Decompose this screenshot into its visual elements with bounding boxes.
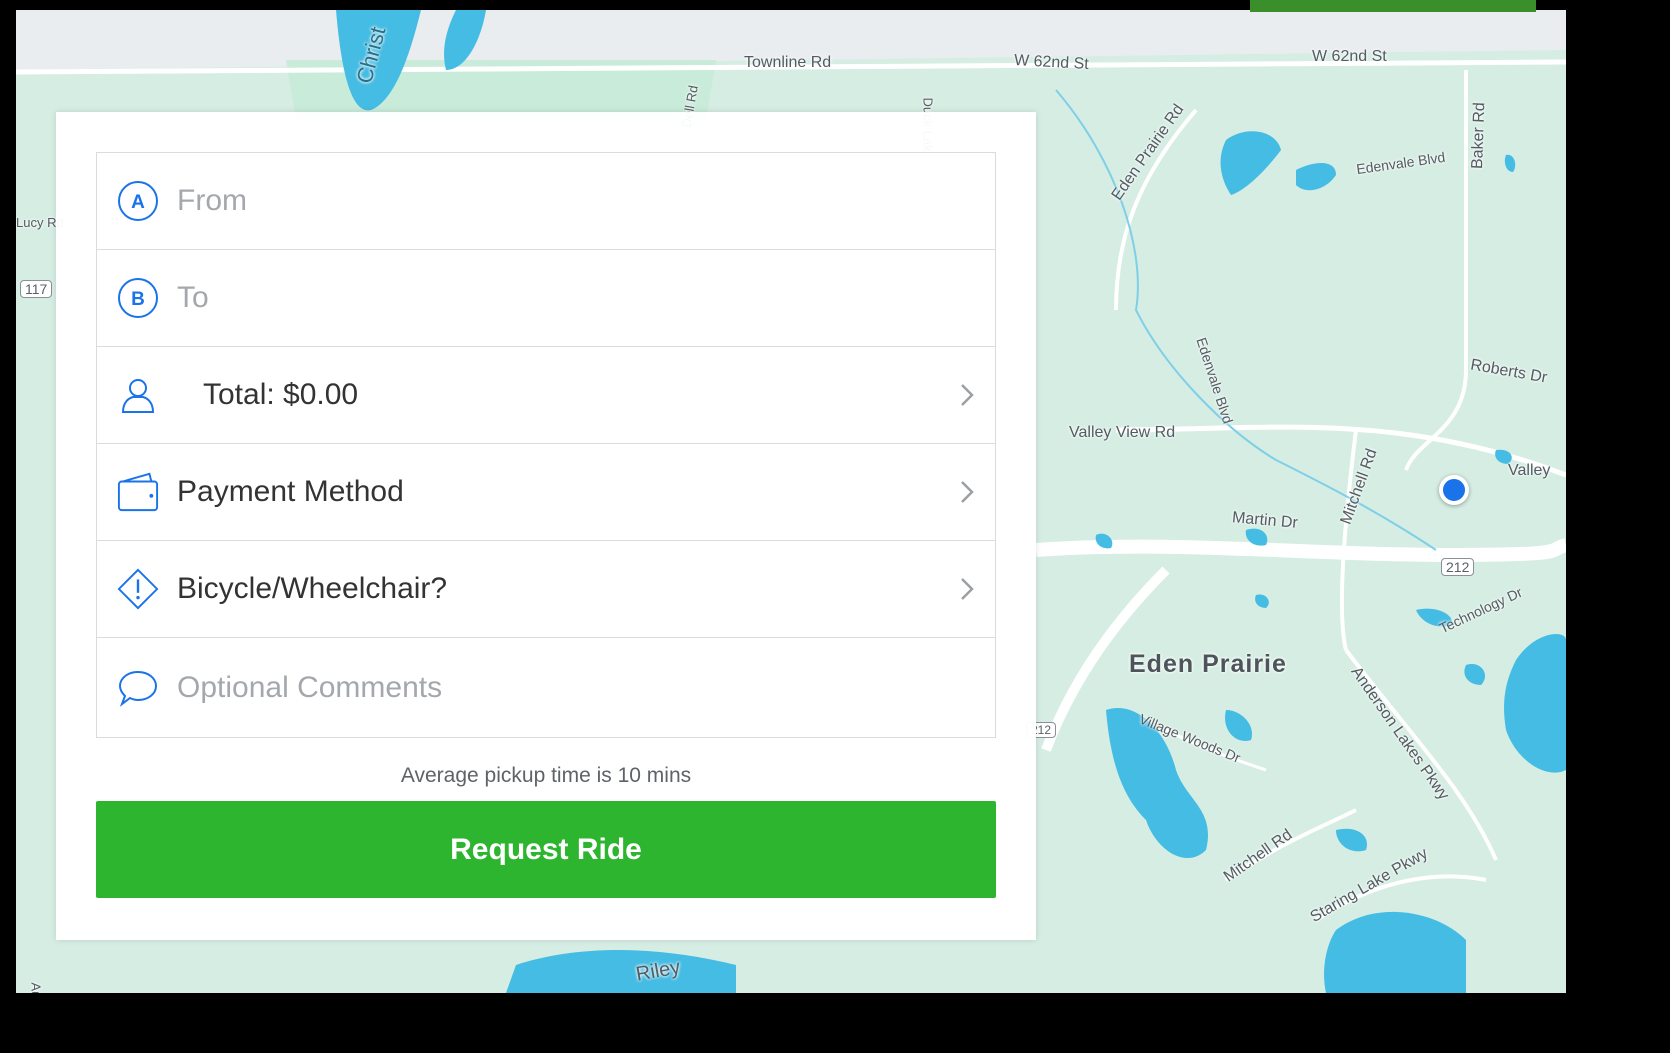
person-icon	[117, 374, 159, 416]
chevron-right-icon	[957, 380, 977, 410]
map-label-valley-view-rd: Valley View Rd	[1069, 424, 1176, 441]
dropoff-b-letter: B	[131, 289, 145, 310]
comment-bubble-icon	[117, 667, 159, 709]
ride-request-panel: A B Total: $0.00	[56, 112, 1036, 940]
accessibility-row[interactable]: Bicycle/Wheelchair?	[97, 541, 995, 638]
ride-form: A B Total: $0.00	[96, 152, 996, 738]
pickup-a-icon: A	[117, 180, 159, 222]
highway-212-shield: 212	[1441, 558, 1475, 576]
from-row[interactable]: A	[97, 153, 995, 250]
wallet-icon	[117, 471, 159, 513]
accessibility-label: Bicycle/Wheelchair?	[177, 572, 448, 605]
passengers-total-row[interactable]: Total: $0.00	[97, 347, 995, 444]
map-label-w62nd-st-east: W 62nd St	[1312, 48, 1387, 65]
comments-input[interactable]	[177, 670, 937, 705]
pickup-a-letter: A	[131, 192, 145, 213]
request-ride-button[interactable]: Request Ride	[96, 801, 996, 898]
map-label-audubon: Audubon	[29, 983, 44, 994]
comments-row[interactable]	[97, 638, 995, 737]
payment-method-row[interactable]: Payment Method	[97, 444, 995, 541]
warning-diamond-icon	[117, 568, 159, 610]
chevron-right-icon	[957, 574, 977, 604]
map-label-baker-rd: Baker Rd	[1469, 102, 1489, 170]
map-label-townline-rd: Townline Rd	[744, 54, 832, 71]
to-row[interactable]: B	[97, 250, 995, 347]
map-label-valley: Valley	[1508, 462, 1551, 479]
map-label-city: Eden Prairie	[1129, 650, 1287, 678]
corner-widget	[1250, 0, 1536, 12]
pickup-time-note: Average pickup time is 10 mins	[400, 764, 692, 787]
from-input[interactable]	[177, 184, 937, 218]
map-label-w62nd-st: W 62nd St	[1013, 52, 1090, 73]
highway-117-shield: 117	[20, 280, 53, 298]
chevron-right-icon	[957, 477, 977, 507]
dropoff-b-icon: B	[117, 277, 159, 319]
current-location-marker[interactable]	[1439, 475, 1469, 505]
payment-method-label: Payment Method	[177, 475, 404, 508]
total-label: Total: $0.00	[203, 378, 359, 411]
to-input[interactable]	[177, 281, 937, 315]
